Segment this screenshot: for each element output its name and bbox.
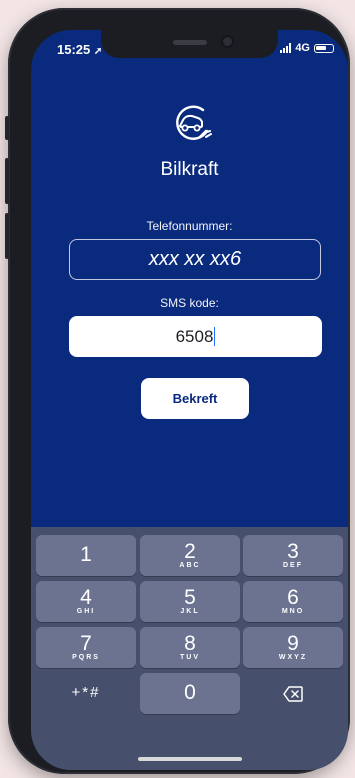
status-time: 15:25 ➚ <box>57 42 102 57</box>
sms-code-input[interactable]: 6508 <box>69 316 322 357</box>
key-number: 6 <box>287 586 299 609</box>
key-3[interactable]: 3 DEF <box>243 535 343 576</box>
volume-up-button <box>5 158 9 204</box>
camera <box>223 37 232 46</box>
key-number: 5 <box>184 586 196 609</box>
app-name: Bilkraft <box>160 159 219 180</box>
home-indicator[interactable] <box>138 757 242 761</box>
screen: 15:25 ➚ 4G Bilkraft Telefonnummer: xxx x… <box>31 30 348 770</box>
key-letters: JKL <box>180 608 200 615</box>
status-indicators: 4G <box>280 42 334 54</box>
key-number: 1 <box>80 543 92 566</box>
battery-icon <box>314 43 334 53</box>
status-time-text: 15:25 <box>57 42 91 57</box>
text-cursor <box>214 327 216 346</box>
key-9[interactable]: 9 WXYZ <box>243 627 343 668</box>
mute-switch <box>5 116 9 140</box>
key-1[interactable]: 1 <box>36 535 136 576</box>
key-number: 2 <box>184 540 196 563</box>
key-letters: TUV <box>180 654 200 661</box>
key-letters: MNO <box>281 608 305 615</box>
key-letters: GHI <box>76 608 96 615</box>
volume-down-button <box>5 213 9 259</box>
phone-frame: 15:25 ➚ 4G Bilkraft Telefonnummer: xxx x… <box>5 8 350 774</box>
phone-number-value: xxx xx xx6 <box>148 248 242 270</box>
location-arrow-icon: ➚ <box>93 46 103 57</box>
key-number: 8 <box>184 632 196 655</box>
network-type: 4G <box>295 42 310 54</box>
backspace-icon <box>283 686 303 702</box>
key-letters: PQRS <box>72 654 100 661</box>
key-number: 7 <box>80 632 92 655</box>
key-7[interactable]: 7 PQRS <box>36 627 136 668</box>
speaker <box>173 40 207 45</box>
key-number: 9 <box>287 632 299 655</box>
key-number: 3 <box>287 540 299 563</box>
key-letters: ABC <box>179 562 201 569</box>
signal-icon <box>280 43 292 53</box>
key-number: 0 <box>184 681 196 704</box>
key-number: 4 <box>80 586 92 609</box>
key-2[interactable]: 2 ABC <box>140 535 240 576</box>
notch <box>101 30 278 58</box>
key-letters: DEF <box>283 562 303 569</box>
bilkraft-logo-icon <box>176 105 212 140</box>
sms-label: SMS kode: <box>160 296 219 310</box>
phone-number-field[interactable]: xxx xx xx6 <box>69 239 321 280</box>
key-0[interactable]: 0 <box>140 673 240 714</box>
numeric-keypad: 1 2 ABC 3 DEF 4 GHI 5 JKL 6 MNO 7 PQRS 8… <box>31 527 348 770</box>
key-symbols[interactable]: +*# <box>36 673 136 714</box>
key-letters: WXYZ <box>278 654 308 661</box>
key-6[interactable]: 6 MNO <box>243 581 343 622</box>
key-8[interactable]: 8 TUV <box>140 627 240 668</box>
phone-label: Telefonnummer: <box>146 219 233 233</box>
key-symbols-label: +*# <box>71 684 101 701</box>
key-4[interactable]: 4 GHI <box>36 581 136 622</box>
confirm-button[interactable]: Bekreft <box>141 378 249 419</box>
key-delete[interactable] <box>243 673 343 714</box>
sms-code-value: 6508 <box>175 326 214 346</box>
key-5[interactable]: 5 JKL <box>140 581 240 622</box>
